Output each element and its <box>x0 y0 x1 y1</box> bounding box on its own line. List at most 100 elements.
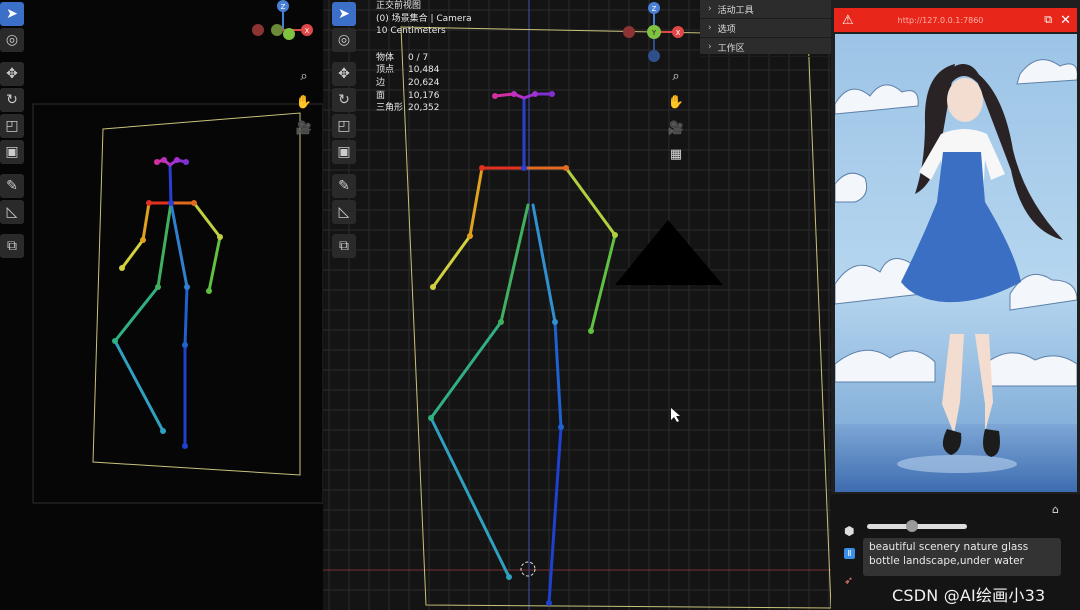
left-viewport-canvas <box>32 103 323 504</box>
main-nav-gizmo[interactable]: Z Y X <box>618 0 690 64</box>
skeleton-joint <box>154 159 160 165</box>
camera-view-icon[interactable]: 🎥 <box>294 118 314 138</box>
stat-row: 面 10,176 <box>376 90 440 101</box>
eraser-icon[interactable]: ⌂ <box>1052 503 1059 516</box>
skeleton-bone <box>156 201 173 289</box>
x-axis-label: X <box>676 29 681 37</box>
skeleton-joint <box>168 200 174 206</box>
move-tool-icon[interactable]: ✥ <box>332 62 356 86</box>
cursor-tool-icon[interactable]: ◎ <box>332 28 356 52</box>
collection-name: (0) 场景集合 | Camera <box>376 13 472 24</box>
skeleton-joint <box>140 237 146 243</box>
cube-icon[interactable]: ⬢ <box>844 524 854 538</box>
left-nav-gizmo[interactable]: Z X <box>250 0 320 50</box>
skeleton-bone <box>207 235 222 293</box>
pan-hand-icon[interactable]: ✋ <box>666 92 686 112</box>
skeleton-joint <box>479 165 485 171</box>
transform-tool-icon[interactable]: ▣ <box>332 140 356 164</box>
panel-item-options[interactable]: › 选项 <box>700 19 831 38</box>
skeleton-bone <box>120 238 145 270</box>
skeleton-joint <box>558 424 564 430</box>
measure-tool-icon[interactable]: ◺ <box>0 200 24 224</box>
skeleton-joint <box>191 200 197 206</box>
side-panel: › 活动工具 › 选项 › 工作区 <box>700 0 831 57</box>
prompt-input[interactable]: beautiful scenery nature glass bottle la… <box>863 538 1061 576</box>
rotate-tool-icon[interactable]: ↻ <box>0 88 24 112</box>
preview-app: ⚠ http://127.0.0.1:7860 ⧉ ✕ ⬢ ⌂ Ⅱ ➶ beau… <box>831 0 1080 610</box>
neg-x-axis-icon <box>252 24 264 36</box>
panel-item-workspace[interactable]: › 工作区 <box>700 38 831 57</box>
pan-hand-icon[interactable]: ✋ <box>294 92 314 112</box>
skeleton-joint <box>183 159 189 165</box>
chevron-right-icon: › <box>708 4 712 14</box>
generated-image <box>835 34 1077 492</box>
main-viewport[interactable]: ➤ ◎ ✥ ↻ ◰ ▣ ✎ ◺ ⧉ 正交前视图 (0) 场景集合 | Camer… <box>323 0 831 610</box>
zoom-icon[interactable]: ⌕ <box>294 66 314 86</box>
view-name: 正交前视图 <box>376 1 422 11</box>
skeleton-bone <box>531 203 557 324</box>
scale-tool-icon[interactable]: ◰ <box>0 114 24 138</box>
skeleton-joint <box>182 342 188 348</box>
zoom-icon[interactable]: ⌕ <box>666 66 686 86</box>
add-cube-tool-icon[interactable]: ⧉ <box>0 234 24 258</box>
skeleton-joint <box>521 165 527 171</box>
pause-icon[interactable]: Ⅱ <box>844 548 855 559</box>
skeleton-bone <box>553 320 563 429</box>
rocket-icon[interactable]: ➶ <box>844 574 853 587</box>
skeleton-joint <box>430 284 436 290</box>
skeleton-joint <box>161 157 167 163</box>
skeleton-bone <box>168 163 173 205</box>
skeleton-bone <box>431 234 472 289</box>
select-tool-icon[interactable]: ➤ <box>0 2 24 26</box>
skeleton-joint <box>155 284 161 290</box>
annotate-tool-icon[interactable]: ✎ <box>0 174 24 198</box>
transform-tool-icon[interactable]: ▣ <box>0 140 24 164</box>
z-axis-label: Z <box>281 3 286 11</box>
skeleton-joint <box>612 232 618 238</box>
strength-slider[interactable] <box>867 520 967 532</box>
y-axis-label: Y <box>651 29 657 37</box>
camera-view-icon[interactable]: 🎥 <box>666 118 686 138</box>
watermark: CSDN @AI绘画小33 <box>892 586 1046 605</box>
slider-knob[interactable] <box>906 520 918 532</box>
skeleton-joint <box>563 165 569 171</box>
skeleton-joint <box>182 443 188 449</box>
skeleton-bone <box>547 425 563 605</box>
skeleton-bone <box>429 416 511 579</box>
skeleton-bone <box>564 166 617 237</box>
skeleton-bone <box>468 166 484 238</box>
stat-row: 边 20,624 <box>376 77 440 88</box>
skeleton-bone <box>113 285 160 343</box>
z-axis-label: Z <box>652 5 657 13</box>
skeleton-joint <box>174 157 180 163</box>
skeleton-bone <box>169 201 189 289</box>
neg-x-axis-icon <box>623 26 635 38</box>
viewport-info: 正交前视图 (0) 场景集合 | Camera 10 Centimeters 物… <box>376 0 472 115</box>
skeleton-bone <box>499 203 530 324</box>
grid-view-icon[interactable]: ▦ <box>666 144 686 164</box>
left-viewport[interactable]: ➤ ◎ ✥ ↻ ◰ ▣ ✎ ◺ ⧉ Z X ⌕ ✋ 🎥 <box>0 0 323 610</box>
close-icon[interactable]: ✕ <box>1060 13 1071 28</box>
scale-tool-icon[interactable]: ◰ <box>332 114 356 138</box>
main-nav-icons: ⌕ ✋ 🎥 ▦ <box>666 66 686 164</box>
panel-item-active-tool[interactable]: › 活动工具 <box>700 0 831 19</box>
rotate-tool-icon[interactable]: ↻ <box>332 88 356 112</box>
chevron-right-icon: › <box>708 42 712 52</box>
add-cube-tool-icon[interactable]: ⧉ <box>332 234 356 258</box>
select-tool-icon[interactable]: ➤ <box>332 2 356 26</box>
skeleton-joint <box>546 600 552 606</box>
camera-frame <box>92 112 301 476</box>
cursor-tool-icon[interactable]: ◎ <box>0 28 24 52</box>
skeleton-joint <box>549 91 555 97</box>
skeleton-joint <box>119 265 125 271</box>
popout-icon[interactable]: ⧉ <box>1044 13 1052 27</box>
move-tool-icon[interactable]: ✥ <box>0 62 24 86</box>
generated-image-art <box>835 34 1077 492</box>
warning-icon: ⚠ <box>842 12 854 28</box>
annotate-tool-icon[interactable]: ✎ <box>332 174 356 198</box>
skeleton-bone <box>589 233 617 333</box>
skeleton-joint <box>492 93 498 99</box>
chevron-right-icon: › <box>708 23 712 33</box>
measure-tool-icon[interactable]: ◺ <box>332 200 356 224</box>
stat-row: 顶点 10,484 <box>376 65 440 76</box>
